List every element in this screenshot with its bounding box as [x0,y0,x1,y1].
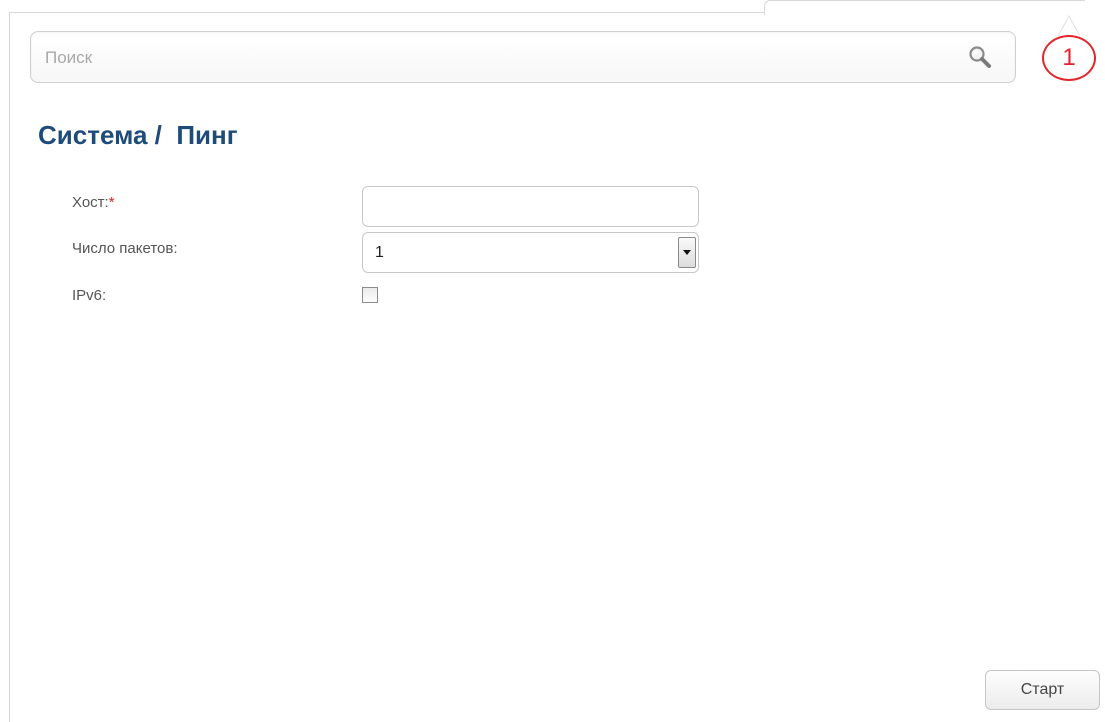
search-input[interactable] [43,42,947,74]
search-bar [30,31,1016,83]
packet-count-label: Число пакетов: [72,240,178,257]
packet-count-select[interactable]: 1 [362,232,699,273]
dropdown-arrow-button[interactable] [678,237,696,268]
chevron-down-icon [683,250,691,255]
page-title: Система / Пинг [38,120,238,150]
packet-count-selected-value: 1 [375,244,384,261]
ipv6-checkbox[interactable] [362,287,378,303]
ping-page: 1 Система / Пинг Хост:* Число пакетов: 1… [0,0,1105,722]
host-input[interactable] [362,186,699,227]
notification-count-badge[interactable]: 1 [1042,35,1096,81]
content-frame-tab-edge [764,0,1085,15]
ipv6-label: IPv6: [72,287,107,304]
host-label: Хост:* [72,194,115,211]
content-frame-left-border [9,12,10,722]
required-mark: * [108,194,115,211]
notification-tail [1057,14,1081,36]
content-frame-top-border [9,12,764,13]
start-button[interactable]: Старт [985,670,1100,710]
search-icon[interactable] [967,44,993,70]
host-label-text: Хост: [72,194,109,211]
